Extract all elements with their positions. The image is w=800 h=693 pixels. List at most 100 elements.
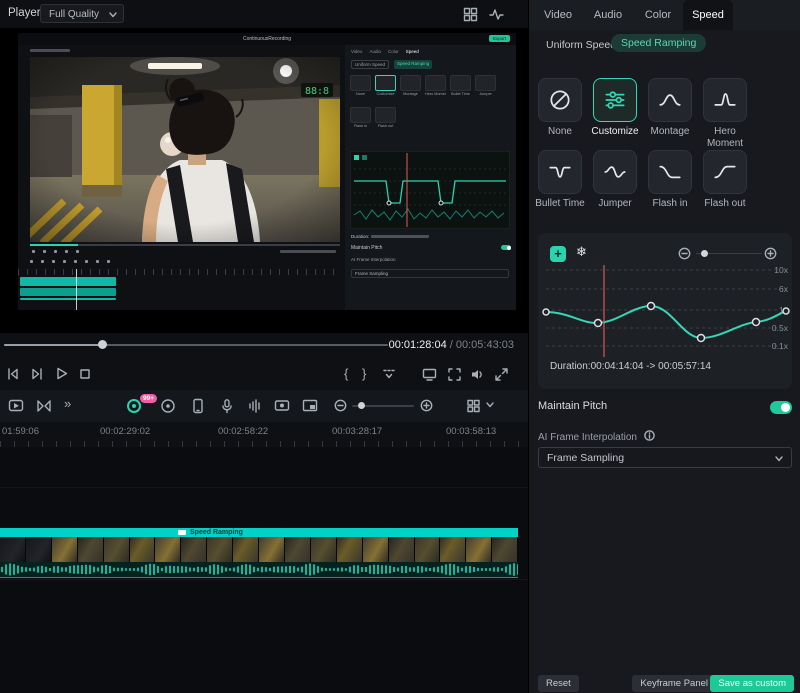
preset-label: Flash in xyxy=(643,198,697,210)
clip-thumbnail[interactable] xyxy=(207,537,233,562)
nested-tab: Speed xyxy=(406,49,419,54)
info-icon[interactable] xyxy=(644,430,655,441)
frame-interpolation-select[interactable]: Frame Sampling xyxy=(538,447,792,468)
speed-ramping-label: Speed Ramping xyxy=(190,528,243,537)
play-button[interactable] xyxy=(54,366,69,381)
timeline-tracks[interactable]: Speed Ramping xyxy=(0,447,528,693)
preview-viewport[interactable]: ContinuousRecording Export xyxy=(18,33,516,310)
volume-icon[interactable] xyxy=(470,367,485,382)
ai-frame-interpolation-label: AI Frame Interpolation xyxy=(538,430,655,443)
nested-titlebar: ContinuousRecording Export xyxy=(18,33,516,45)
video-clip-track[interactable] xyxy=(0,537,518,562)
seek-bar[interactable] xyxy=(4,344,388,346)
media-clip-icon[interactable] xyxy=(8,398,24,414)
add-keyframe-button[interactable]: + xyxy=(550,246,566,262)
zoom-slider-handle[interactable] xyxy=(358,402,365,409)
clip-thumbnail[interactable] xyxy=(233,537,259,562)
clip-thumbnail[interactable] xyxy=(389,537,415,562)
chevron-down-icon[interactable] xyxy=(486,402,494,408)
next-frame-button[interactable] xyxy=(30,367,44,381)
nested-progress-bar xyxy=(30,244,340,246)
nested-toggle xyxy=(501,245,511,250)
properties-panel: VideoAudioColorSpeed Uniform Speed Speed… xyxy=(528,0,800,693)
nested-preset-row: Flash inFlash out xyxy=(350,107,396,128)
clip-thumbnail[interactable] xyxy=(363,537,389,562)
maintain-pitch-toggle[interactable] xyxy=(770,401,792,414)
zoom-in-icon[interactable] xyxy=(420,399,433,412)
clip-thumbnail[interactable] xyxy=(311,537,337,562)
speed-curve-editor[interactable]: + ❄ 10x 6x 1x 0.5x 0.1x xyxy=(538,233,792,389)
microphone-icon[interactable] xyxy=(219,398,235,414)
safe-frame-icon[interactable] xyxy=(447,367,462,382)
layout-grid-icon[interactable] xyxy=(463,7,478,22)
player-menu[interactable]: Player xyxy=(8,7,41,19)
timeline-toolbar: » 99+ xyxy=(0,390,528,423)
curve-zoom-handle[interactable] xyxy=(701,250,708,257)
clip-thumbnail[interactable] xyxy=(492,537,518,562)
preset-flashin[interactable] xyxy=(648,150,692,194)
freeze-frame-icon[interactable]: ❄ xyxy=(576,244,587,260)
chevron-down-icon xyxy=(109,12,117,18)
transition-icon[interactable] xyxy=(36,398,52,414)
preset-none[interactable] xyxy=(538,78,582,122)
previous-frame-button[interactable] xyxy=(6,367,20,381)
phone-mirror-icon[interactable] xyxy=(190,398,206,414)
notification-badge: 99+ xyxy=(140,394,157,403)
nested-tab: Video xyxy=(351,49,362,54)
audio-levels-icon[interactable] xyxy=(247,398,263,414)
preset-flashout[interactable] xyxy=(703,150,747,194)
nested-preset: Flash in xyxy=(350,107,371,128)
waveform-monitor-icon[interactable] xyxy=(489,7,504,22)
more-tools-chevrons[interactable]: » xyxy=(64,396,71,411)
clip-thumbnail[interactable] xyxy=(26,537,52,562)
mark-in-button[interactable]: { xyxy=(344,366,348,381)
timeline-ruler[interactable]: 01:59:0600:02:29:0200:02:58:2200:03:28:1… xyxy=(0,422,528,448)
preset-customize[interactable] xyxy=(593,78,637,122)
keyframe-panel-button[interactable]: Keyframe Panel xyxy=(632,675,716,692)
clip-thumbnail[interactable] xyxy=(285,537,311,562)
speed-ramp-icon xyxy=(178,530,186,535)
zoom-out-icon[interactable] xyxy=(334,399,347,412)
select-value: Frame Sampling xyxy=(547,452,624,464)
preset-montage[interactable] xyxy=(648,78,692,122)
clip-thumbnail[interactable] xyxy=(415,537,441,562)
preset-hero[interactable] xyxy=(703,78,747,122)
preset-jumper[interactable] xyxy=(593,150,637,194)
fullscreen-icon[interactable] xyxy=(494,367,509,382)
clip-thumbnail[interactable] xyxy=(52,537,78,562)
quality-value: Full Quality xyxy=(49,9,99,20)
screen-record-icon[interactable] xyxy=(274,398,290,414)
quality-dropdown[interactable]: Full Quality xyxy=(40,4,124,23)
speed-curve-graph[interactable]: 10x 6x 1x 0.5x 0.1x xyxy=(538,261,792,361)
clip-thumbnail[interactable] xyxy=(130,537,156,562)
preset-label: None xyxy=(533,126,587,138)
marker-dropdown-icon[interactable] xyxy=(382,368,396,381)
record-tool-icon[interactable] xyxy=(160,398,176,414)
svg-text:0.5x: 0.5x xyxy=(772,323,789,333)
clip-thumbnail[interactable] xyxy=(440,537,466,562)
speed-ramping-clip-header[interactable]: Speed Ramping xyxy=(0,528,518,537)
clip-thumbnail[interactable] xyxy=(78,537,104,562)
save-as-custom-button[interactable]: Save as custom xyxy=(710,675,794,692)
mark-out-button[interactable]: } xyxy=(362,366,366,381)
nested-clip xyxy=(20,288,116,296)
curve-zoom-out-icon[interactable] xyxy=(678,247,691,260)
preset-bullet[interactable] xyxy=(538,150,582,194)
clip-thumbnail[interactable] xyxy=(259,537,285,562)
display-device-icon[interactable] xyxy=(422,367,437,382)
clip-thumbnail[interactable] xyxy=(155,537,181,562)
track-view-icon[interactable] xyxy=(466,398,481,413)
clip-thumbnail[interactable] xyxy=(337,537,363,562)
reset-button[interactable]: Reset xyxy=(538,675,579,692)
audio-track[interactable] xyxy=(0,562,518,578)
clip-thumbnail[interactable] xyxy=(104,537,130,562)
nested-subtabs: Uniform Speed Speed Ramping xyxy=(351,60,432,69)
nested-subtab-uniform: Uniform Speed xyxy=(351,60,389,69)
seek-handle[interactable] xyxy=(98,340,107,349)
curve-zoom-in-icon[interactable] xyxy=(764,247,777,260)
stop-button[interactable] xyxy=(78,367,92,381)
clip-thumbnail[interactable] xyxy=(181,537,207,562)
picture-in-picture-icon[interactable] xyxy=(302,398,318,414)
clip-thumbnail[interactable] xyxy=(0,537,26,562)
clip-thumbnail[interactable] xyxy=(466,537,492,562)
